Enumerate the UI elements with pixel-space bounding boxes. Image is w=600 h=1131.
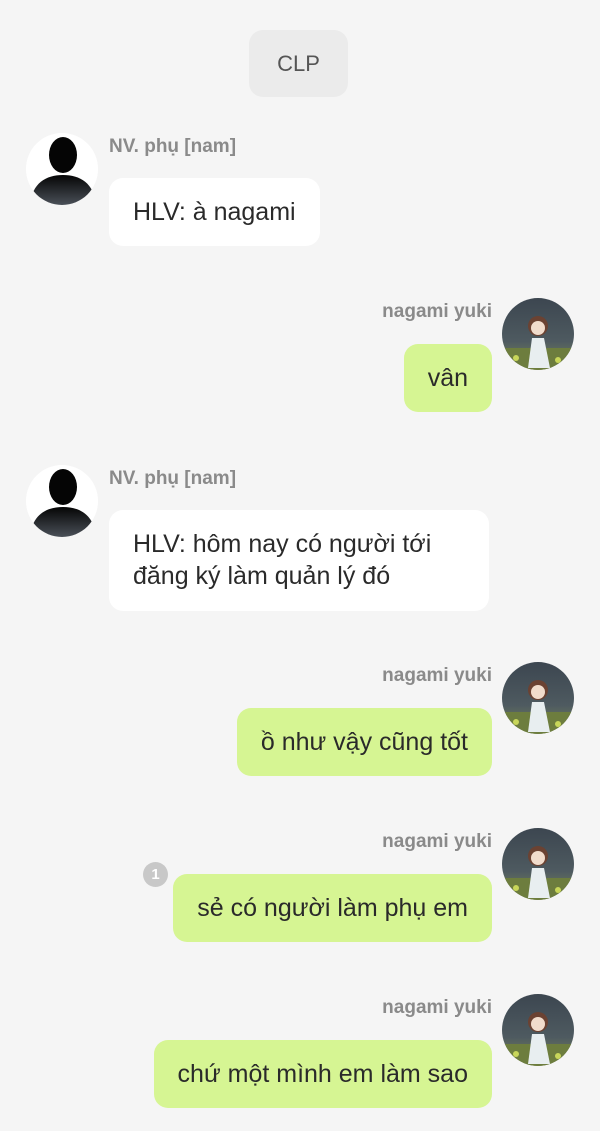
message-line: HLV: hôm nay có người tới: [133, 530, 432, 558]
unread-count-badge: 1: [143, 862, 168, 887]
sender-name: nagami yuki: [382, 301, 492, 322]
anime-girl-avatar-icon[interactable]: [502, 828, 574, 900]
message-bubble[interactable]: sẻ có người làm phụ em: [173, 874, 492, 942]
chat-title: CLP: [277, 50, 320, 76]
silhouette-avatar-icon[interactable]: [26, 465, 98, 537]
silhouette-avatar-icon[interactable]: [26, 133, 98, 205]
message-bubble[interactable]: HLV: à nagami: [109, 178, 320, 246]
sender-name: NV. phụ [nam]: [109, 136, 237, 157]
sender-name: NV. phụ [nam]: [109, 468, 237, 489]
anime-girl-avatar-icon[interactable]: [502, 662, 574, 734]
sender-name: nagami yuki: [382, 997, 492, 1018]
message-line: đăng ký làm quản lý đó: [133, 562, 391, 590]
anime-girl-avatar-icon[interactable]: [502, 298, 574, 370]
sender-name: nagami yuki: [382, 665, 492, 686]
message-bubble[interactable]: vân: [403, 344, 492, 412]
message-bubble[interactable]: ồ như vậy cũng tốt: [236, 708, 492, 776]
message-bubble[interactable]: HLV: hôm nay có người tới đăng ký làm qu…: [109, 510, 489, 611]
sender-name: nagami yuki: [382, 831, 492, 852]
anime-girl-avatar-icon[interactable]: [502, 994, 574, 1066]
message-bubble[interactable]: chứ một mình em làm sao: [153, 1040, 492, 1108]
chat-title-chip: CLP: [249, 30, 348, 97]
